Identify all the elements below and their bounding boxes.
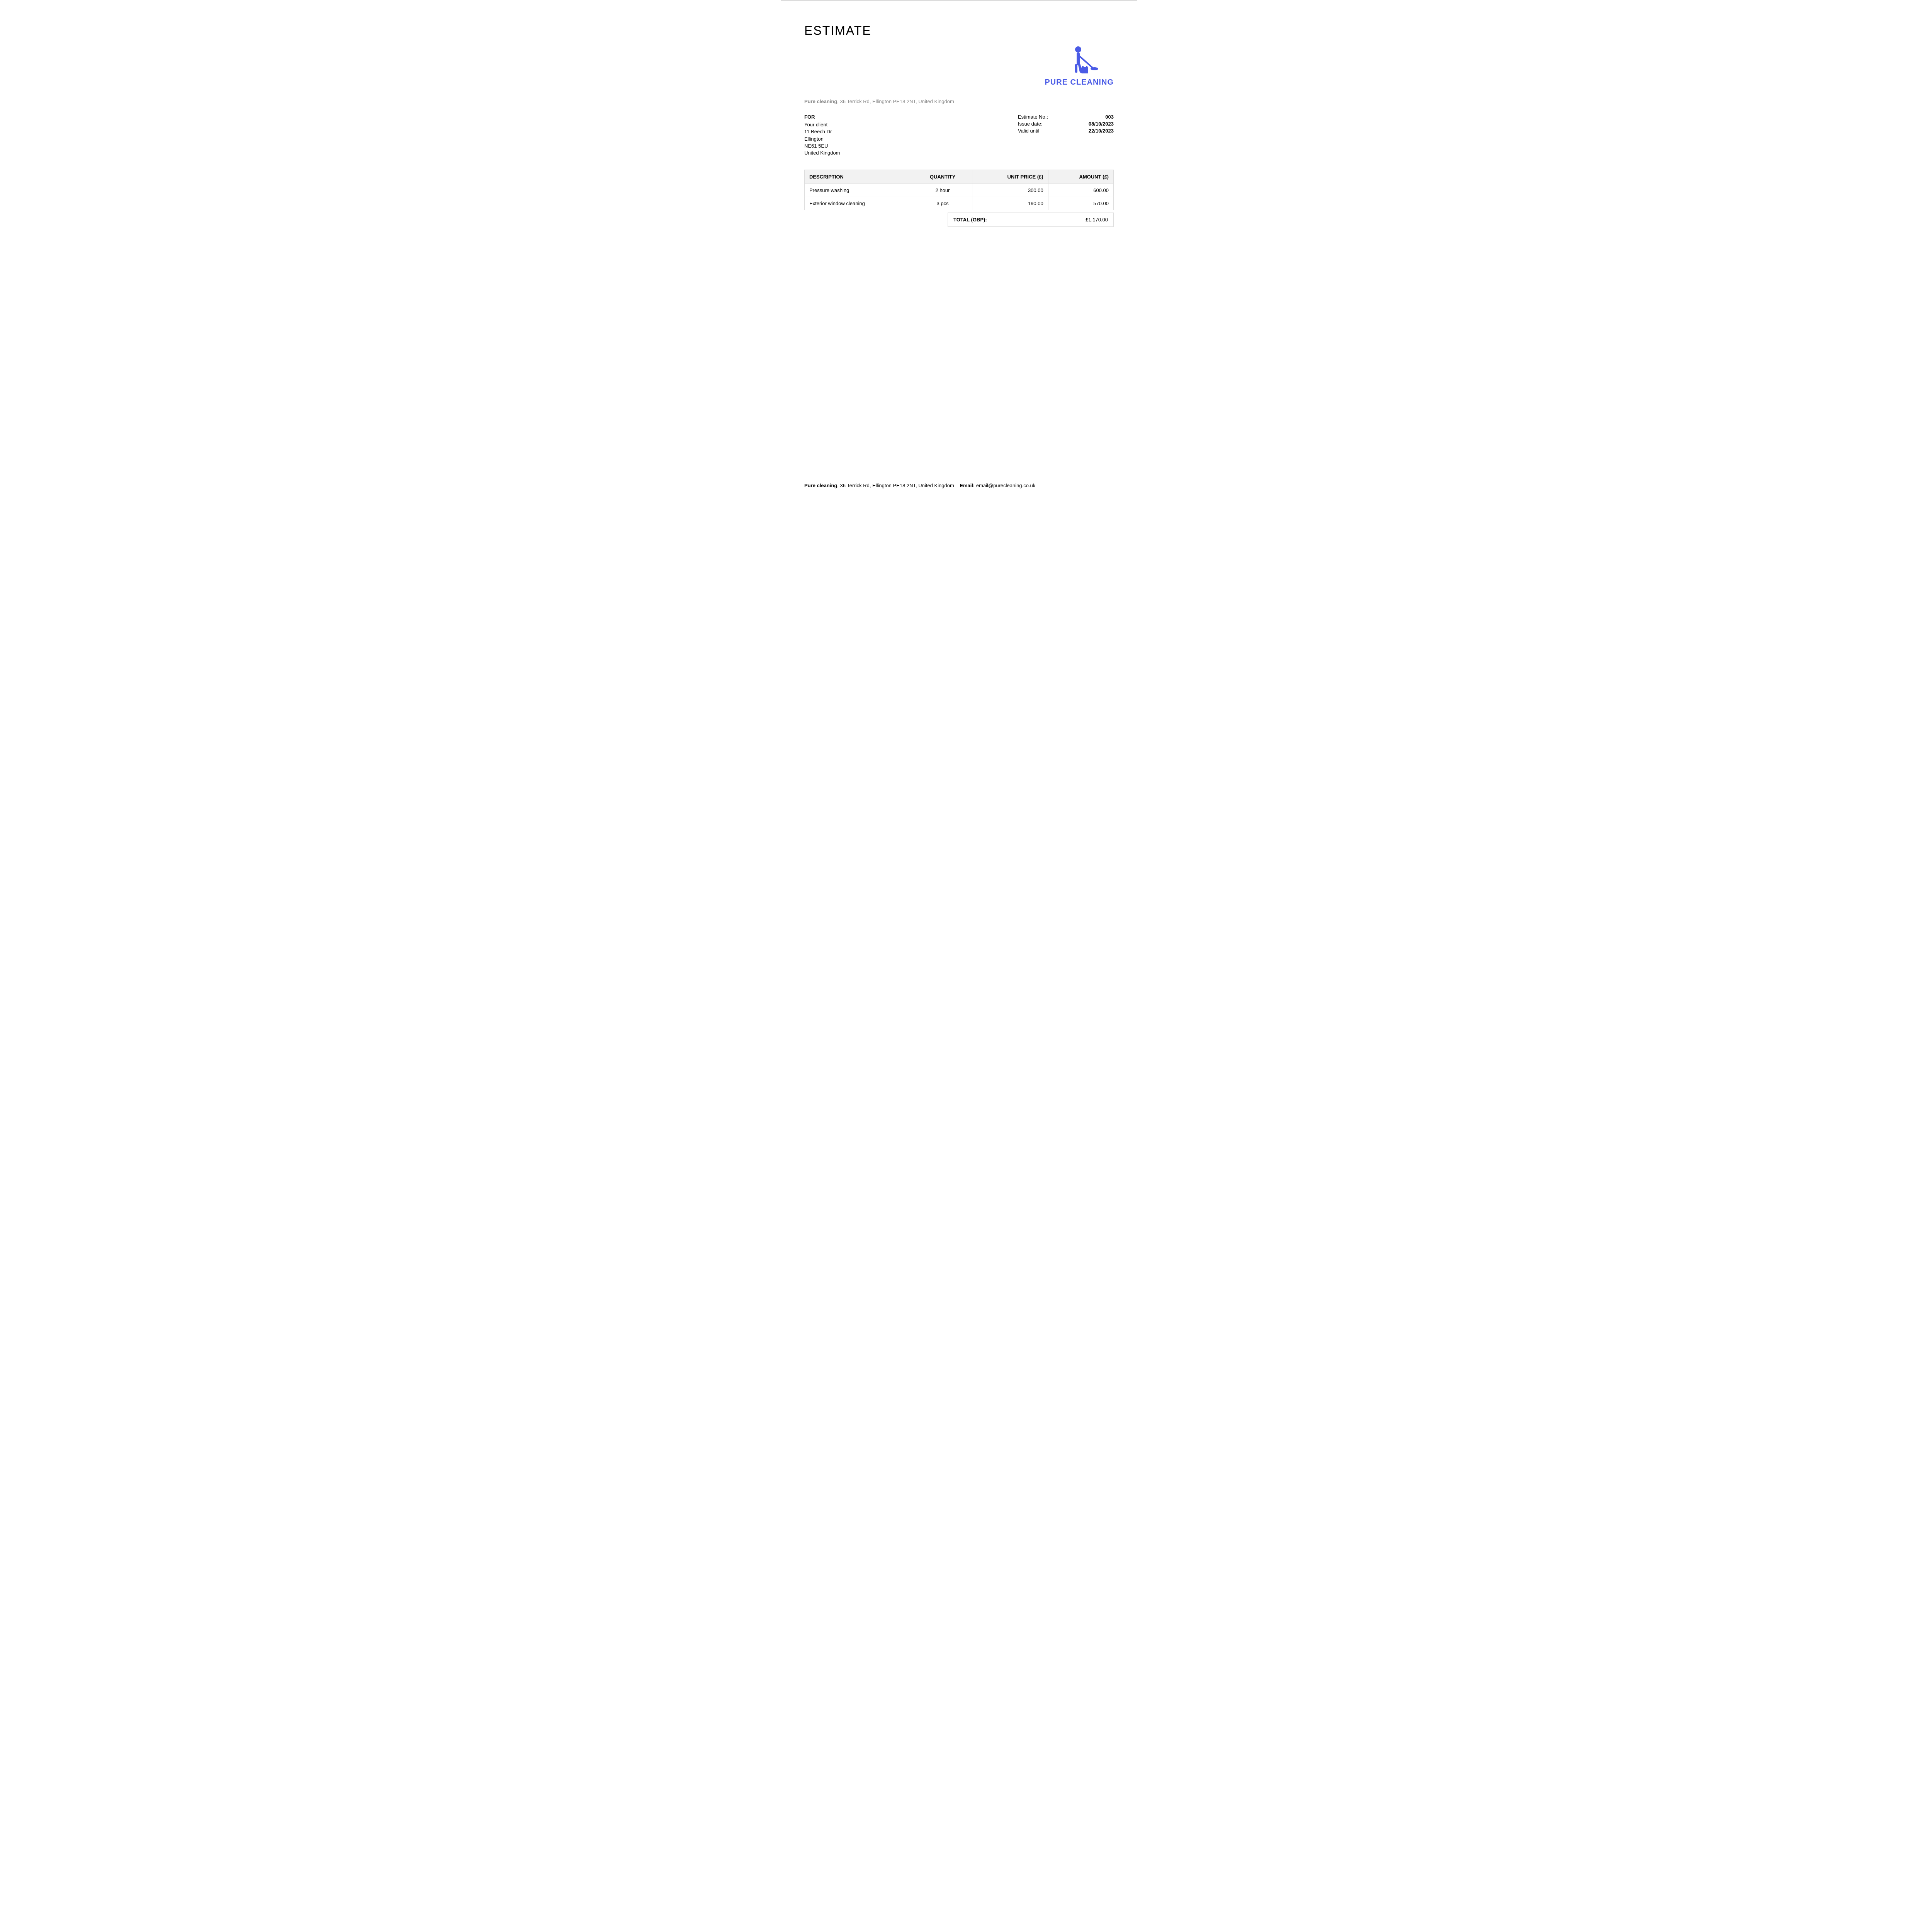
table-header-row: DESCRIPTION QUANTITY UNIT PRICE (£) AMOU… (805, 170, 1114, 184)
valid-until-value: 22/10/2023 (1079, 128, 1114, 134)
cell-description: Pressure washing (805, 184, 913, 197)
cell-unit-price: 300.00 (972, 184, 1048, 197)
table-row: Pressure washing2 hour300.00600.00 (805, 184, 1114, 197)
footer-company-name: Pure cleaning (804, 483, 837, 488)
company-address: 36 Terrick Rd, Ellington PE18 2NT, Unite… (840, 99, 954, 104)
issue-date-value: 08/10/2023 (1079, 121, 1114, 128)
total-value: £1,170.00 (1086, 217, 1108, 223)
cell-amount: 600.00 (1048, 184, 1113, 197)
client-country: United Kingdom (804, 150, 840, 156)
footer-company-address: , 36 Terrick Rd, Ellington PE18 2NT, Uni… (837, 483, 954, 488)
total-label: TOTAL (GBP): (953, 217, 987, 223)
logo-container: PURE CLEANING (804, 46, 1114, 87)
cleaning-person-icon (1058, 46, 1101, 77)
estimate-meta: Estimate No.: 003 Issue date: 08/10/2023… (1018, 114, 1114, 156)
th-amount: AMOUNT (£) (1048, 170, 1113, 184)
info-row: FOR Your client 11 Beech Dr Ellington NE… (804, 114, 1114, 156)
company-logo: PURE CLEANING (1045, 46, 1114, 87)
cell-amount: 570.00 (1048, 197, 1113, 210)
client-street: 11 Beech Dr (804, 128, 840, 135)
estimate-page: ESTIMATE PURE CLEANING Pure cleaning, (781, 0, 1137, 504)
valid-until-label: Valid until (1018, 128, 1039, 134)
total-box: TOTAL (GBP): £1,170.00 (948, 213, 1114, 227)
cell-description: Exterior window cleaning (805, 197, 913, 210)
estimate-no-label: Estimate No.: (1018, 114, 1048, 121)
th-unit-price: UNIT PRICE (£) (972, 170, 1048, 184)
cell-quantity: 3 pcs (913, 197, 972, 210)
issue-date-label: Issue date: (1018, 121, 1043, 128)
footer-email-value: email@purecleaning.co.uk (976, 483, 1035, 488)
th-quantity: QUANTITY (913, 170, 972, 184)
client-name: Your client (804, 121, 840, 128)
line-items-table: DESCRIPTION QUANTITY UNIT PRICE (£) AMOU… (804, 170, 1114, 210)
client-city: Ellington (804, 136, 840, 143)
document-title: ESTIMATE (804, 24, 1114, 38)
estimate-no-value: 003 (1079, 114, 1114, 121)
company-address-line: Pure cleaning, 36 Terrick Rd, Ellington … (804, 99, 1114, 104)
th-description: DESCRIPTION (805, 170, 913, 184)
table-row: Exterior window cleaning3 pcs190.00570.0… (805, 197, 1114, 210)
cell-unit-price: 190.00 (972, 197, 1048, 210)
footer-email-label: Email: (960, 483, 975, 488)
company-name: Pure cleaning (804, 99, 837, 104)
client-postcode: NE61 5EU (804, 143, 840, 150)
brand-name: PURE CLEANING (1045, 78, 1114, 87)
for-label: FOR (804, 114, 840, 121)
page-footer: Pure cleaning, 36 Terrick Rd, Ellington … (804, 477, 1114, 488)
client-block: FOR Your client 11 Beech Dr Ellington NE… (804, 114, 840, 156)
cell-quantity: 2 hour (913, 184, 972, 197)
